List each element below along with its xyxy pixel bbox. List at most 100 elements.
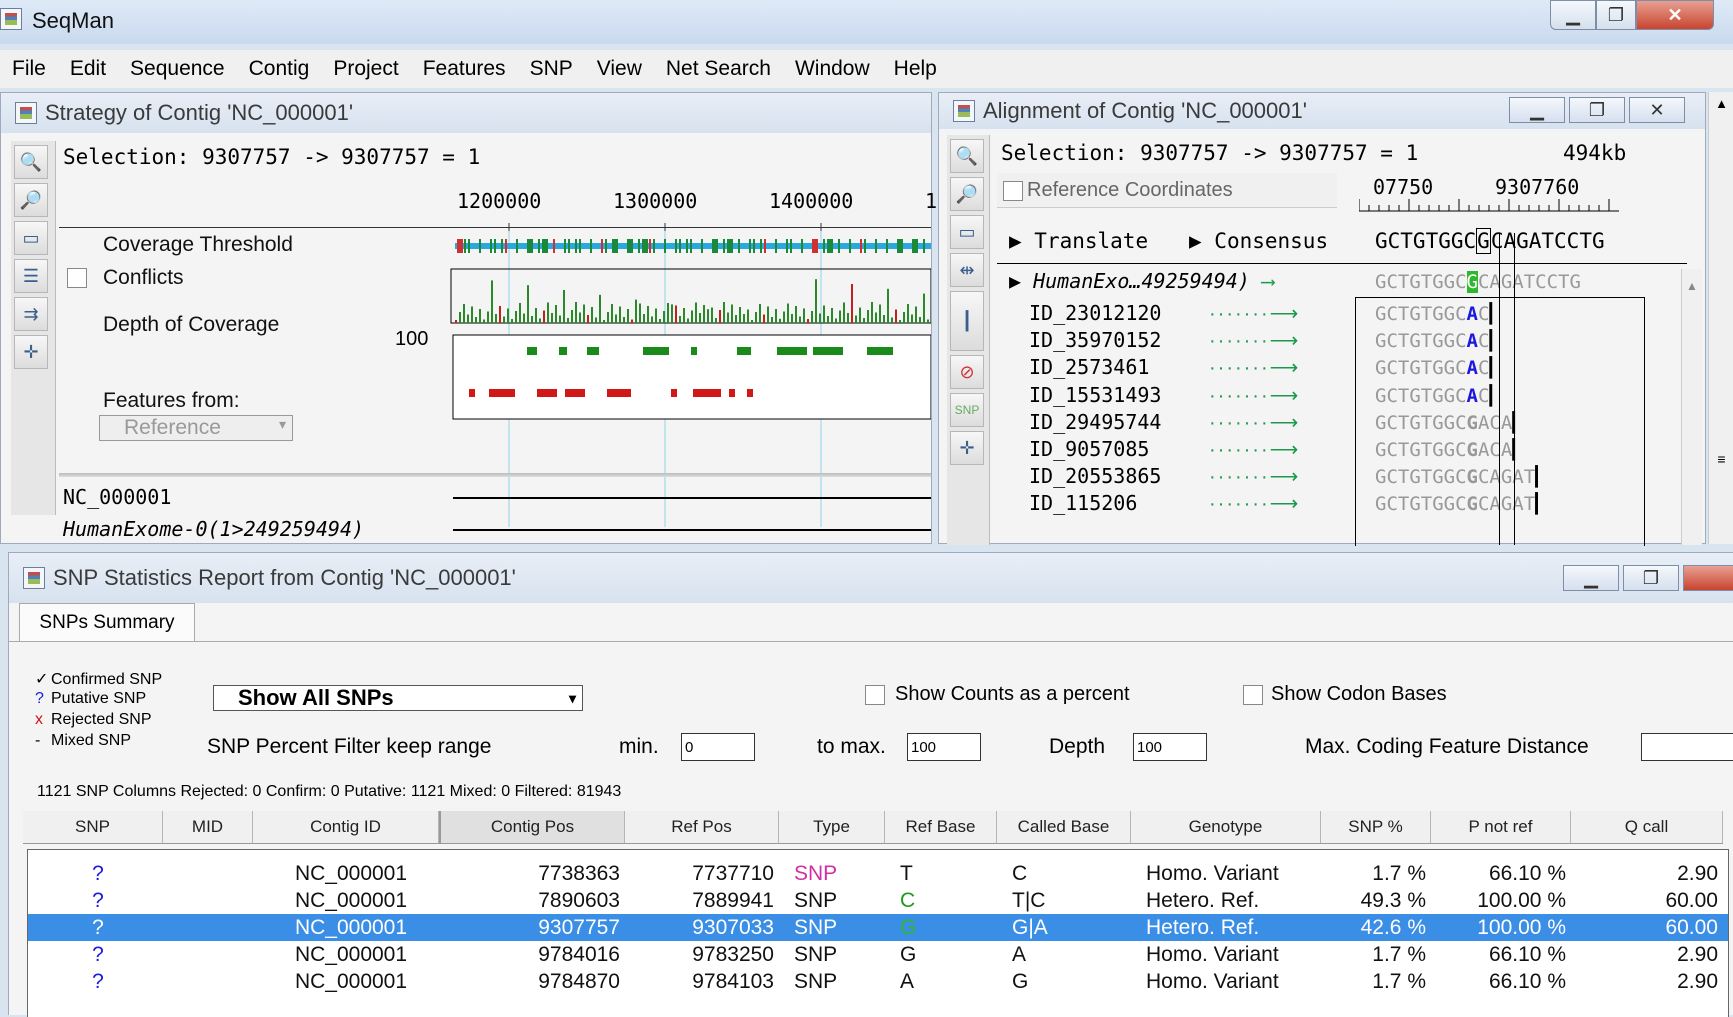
column-header[interactable]: MID	[163, 811, 253, 843]
column-header[interactable]: SNP	[23, 811, 163, 843]
zoom-out-icon[interactable]: 🔎	[950, 177, 984, 211]
menu-contig[interactable]: Contig	[237, 57, 322, 81]
menu-edit[interactable]: Edit	[58, 57, 118, 81]
min-input[interactable]	[681, 733, 755, 761]
snp-table-body: ? NC_000001 7738363 7737710 SNP T C Homo. Varia…	[27, 849, 1729, 1017]
select-tool-icon[interactable]: ▭	[950, 215, 984, 249]
slider-tool-icon[interactable]: ┃	[950, 291, 984, 351]
column-header[interactable]: Contig ID	[253, 811, 439, 843]
list-tool-icon[interactable]: ☰	[14, 259, 48, 293]
menu-file[interactable]: File	[0, 57, 58, 81]
close-button[interactable]: ✕	[1636, 0, 1714, 30]
alignment-maximize-button[interactable]: ❐	[1569, 97, 1625, 123]
conflicts-checkbox[interactable]	[67, 268, 87, 288]
splitter[interactable]	[59, 473, 931, 477]
column-header[interactable]: Ref Pos	[625, 811, 779, 843]
scroll-up-icon[interactable]: ▲	[1682, 279, 1702, 293]
alignment-size: 494kb	[1563, 141, 1627, 165]
zoom-in-icon[interactable]: 🔍	[950, 139, 984, 173]
read-arrow-icon: ·······⟶	[1209, 303, 1301, 325]
depth-bar	[511, 319, 513, 323]
conflicts-label: Conflicts	[103, 266, 184, 289]
column-header[interactable]: Q call	[1571, 811, 1723, 843]
depth-bar	[691, 310, 693, 323]
zoom-in-icon[interactable]: 🔍	[14, 145, 48, 179]
cell-cpos: 7738363	[538, 861, 620, 885]
menu-sequence[interactable]: Sequence	[118, 57, 237, 81]
scroll-up-icon[interactable]: ▲	[1709, 96, 1733, 111]
no-entry-icon[interactable]: ⊘	[950, 355, 984, 389]
coverage-mark	[753, 239, 755, 253]
coding-distance-input[interactable]	[1641, 733, 1733, 761]
cell-q: 60.00	[1665, 915, 1718, 939]
feature-reverse	[729, 389, 735, 397]
maximize-button[interactable]: ❐	[1596, 0, 1636, 30]
depth-bar	[719, 310, 721, 323]
assembly-tool-icon[interactable]: ⇉	[14, 297, 48, 331]
cell-cpos: 9307757	[538, 915, 620, 939]
move-tool-icon[interactable]: ⇹	[950, 253, 984, 287]
column-header[interactable]: Genotype	[1131, 811, 1321, 843]
depth-bar	[855, 315, 857, 323]
menu-net-search[interactable]: Net Search	[654, 57, 783, 81]
depth-bar	[679, 316, 681, 323]
consensus-toggle[interactable]: ▶ Consensus	[1189, 229, 1328, 253]
main-scrollbar[interactable]: ▲ ≡	[1708, 92, 1733, 544]
column-header[interactable]: Type	[779, 811, 885, 843]
seqman-app-icon[interactable]	[0, 8, 22, 30]
zoom-out-icon[interactable]: 🔎	[14, 183, 48, 217]
column-header[interactable]: SNP %	[1321, 811, 1431, 843]
menu-snp[interactable]: SNP	[518, 57, 585, 81]
crosshair-icon[interactable]: ✛	[950, 431, 984, 465]
depth-input[interactable]	[1133, 733, 1207, 761]
depth-bar	[671, 304, 673, 323]
alignment-minimize-button[interactable]: ▁	[1509, 97, 1565, 123]
menu-window[interactable]: Window	[783, 57, 882, 81]
crosshair-icon[interactable]: ✛	[14, 335, 48, 369]
column-header[interactable]: Called Base	[997, 811, 1131, 843]
menu-help[interactable]: Help	[882, 57, 949, 81]
menu-features[interactable]: Features	[411, 57, 518, 81]
show-codon-checkbox[interactable]	[1243, 685, 1263, 705]
feature-reverse	[747, 389, 753, 397]
table-row[interactable]: ? NC_000001 7738363 7737710 SNP T C Homo. Varia…	[28, 860, 1728, 887]
snp-maximize-button[interactable]: ❐	[1623, 565, 1679, 591]
column-header[interactable]: P not ref	[1431, 811, 1571, 843]
menu-view[interactable]: View	[585, 57, 654, 81]
cell-type: SNP	[794, 969, 838, 993]
read-arrow-icon: ·······⟶	[1209, 439, 1301, 461]
select-tool-icon[interactable]: ▭	[14, 221, 48, 255]
depth-bar	[675, 305, 677, 323]
window-icon	[15, 102, 37, 124]
reference-read-row[interactable]: ▶ HumanExo…49259494) ⟶	[1009, 269, 1274, 293]
tab-snps-summary[interactable]: SNPs Summary	[19, 603, 195, 642]
depth-bar	[787, 303, 789, 323]
table-row[interactable]: ? NC_000001 9784016 9783250 SNP G A Homo. Varia…	[28, 941, 1728, 968]
alignment-scrollbar[interactable]: ▲	[1681, 269, 1702, 545]
translate-toggle[interactable]: ▶ Translate	[1009, 229, 1148, 253]
table-row[interactable]: ? NC_000001 7890603 7889941 SNP C T|C Hetero. R…	[28, 887, 1728, 914]
reference-coordinates-checkbox[interactable]	[1003, 181, 1023, 201]
menu-project[interactable]: Project	[321, 57, 410, 81]
column-header[interactable]: Ref Base	[885, 811, 997, 843]
snp-filter-select[interactable]: Show All SNPs ▾	[213, 685, 583, 711]
alignment-close-button[interactable]: ✕	[1629, 97, 1685, 123]
table-row[interactable]: ? NC_000001 9784870 9784103 SNP A G Homo. Varia…	[28, 968, 1728, 995]
cell-refb: A	[900, 969, 915, 993]
show-counts-checkbox[interactable]	[865, 685, 885, 705]
features-source-select[interactable]: Reference ▾	[99, 415, 293, 441]
depth-bar	[543, 310, 545, 323]
column-header[interactable]: Contig Pos	[439, 811, 625, 843]
cell-geno: Hetero. Ref.	[1146, 888, 1260, 912]
max-input[interactable]	[907, 733, 981, 761]
depth-bar	[883, 315, 885, 323]
coverage-mark	[686, 239, 688, 253]
snp-close-button[interactable]	[1683, 565, 1733, 591]
minimize-button[interactable]: ▁	[1550, 0, 1596, 30]
depth-bar	[607, 312, 609, 323]
snp-icon[interactable]: SNP	[950, 393, 984, 427]
table-row[interactable]: ? NC_000001 9307757 9307033 SNP G G|A Hetero. R…	[28, 914, 1728, 941]
snp-minimize-button[interactable]: ▁	[1563, 565, 1619, 591]
depth-bar	[647, 306, 649, 323]
coverage-mark	[664, 239, 666, 253]
